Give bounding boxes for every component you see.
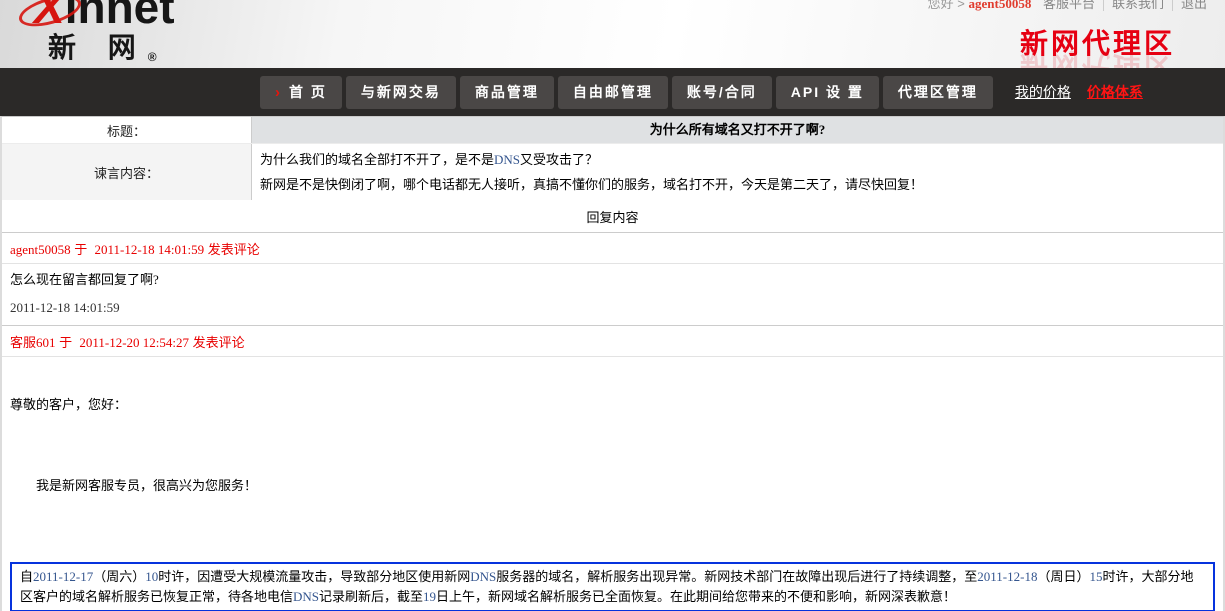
message-label: 谏言内容：	[2, 144, 252, 200]
message-thread: 标题： 为什么所有域名又打不开了啊? 谏言内容： 为什么我们的域名全部打不开了，…	[0, 116, 1225, 611]
dns-incident-notice: 自2011-12-17（周六）10时许，因遭受大规模流量攻击，导致部分地区使用新…	[10, 562, 1215, 611]
logo-chinese-name: 新 网®	[48, 34, 175, 63]
comment: agent50058 于 2011-12-18 14:01:59 发表评论 怎么…	[2, 232, 1223, 325]
logo-wordmark: Xinnet	[34, 0, 175, 30]
nav-account-contract[interactable]: 账号/合同	[672, 76, 772, 109]
message-row: 谏言内容： 为什么我们的域名全部打不开了，是不是DNS又受攻击了？ 新网是不是快…	[2, 144, 1223, 200]
top-banner: Xinnet 新 网® 您好 > agent50058 客服平台联系我们退出 新…	[0, 0, 1225, 68]
service-platform-link[interactable]: 客服平台	[1035, 0, 1103, 11]
logged-in-username: agent50058	[968, 0, 1031, 11]
nav-product-management[interactable]: 商品管理	[460, 76, 554, 109]
greeting-text: 您好 >	[928, 0, 965, 11]
contact-us-link[interactable]: 联系我们	[1103, 0, 1172, 11]
registered-mark: ®	[148, 50, 157, 64]
comment: 客服601 于 2011-12-20 12:54:27 发表评论 尊敬的客户，您…	[2, 325, 1223, 611]
thread-title: 为什么所有域名又打不开了啊?	[252, 117, 1223, 143]
comment-timestamp: 2011-12-18 14:01:59	[2, 295, 1223, 325]
comment-body: 尊敬的客户，您好： 我是新网客服专员，很高兴为您服务！ 自2011-12-17（…	[2, 357, 1223, 611]
message-line: 新网是不是快倒闭了啊，哪个电话都无人接听，真搞不懂你们的服务，域名打不开，今天是…	[260, 172, 1215, 197]
portal-title-block: 新网代理区 新网代理区	[1020, 30, 1175, 68]
message-line: 为什么我们的域名全部打不开了，是不是DNS又受攻击了？	[260, 147, 1215, 172]
title-row: 标题： 为什么所有域名又打不开了啊?	[2, 117, 1223, 144]
user-session-bar: 您好 > agent50058 客服平台联系我们退出	[928, 0, 1215, 12]
xinnet-logo[interactable]: Xinnet 新 网®	[34, 0, 175, 63]
price-links: 我的价格 价格体系	[1015, 82, 1143, 102]
active-arrow-icon: ›	[275, 84, 282, 101]
reply-section-title: 回复内容	[2, 200, 1223, 232]
reply-greeting: 尊敬的客户，您好：	[10, 396, 1215, 413]
nav-api-settings[interactable]: API 设 置	[776, 76, 879, 109]
nav-freemail-management[interactable]: 自由邮管理	[558, 76, 668, 109]
my-price-link[interactable]: 我的价格	[1015, 82, 1071, 102]
nav-trade-with-xinnet[interactable]: 与新网交易	[346, 76, 456, 109]
logo-x-swoosh-icon: X	[34, 0, 65, 30]
comment-body: 怎么现在留言都回复了啊?	[2, 264, 1223, 295]
logout-link[interactable]: 退出	[1172, 0, 1215, 11]
main-nav: ›首 页 与新网交易 商品管理 自由邮管理 账号/合同 API 设 置 代理区管…	[0, 68, 1225, 116]
message-content: 为什么我们的域名全部打不开了，是不是DNS又受攻击了？ 新网是不是快倒闭了啊，哪…	[252, 144, 1223, 200]
reply-intro: 我是新网客服专员，很高兴为您服务！	[10, 477, 1215, 494]
nav-home[interactable]: ›首 页	[260, 76, 342, 109]
price-system-link[interactable]: 价格体系	[1087, 82, 1143, 102]
agent-zone-title-reflection: 新网代理区	[1020, 49, 1175, 68]
nav-agent-zone-management[interactable]: 代理区管理	[883, 76, 993, 109]
comment-author-line: 客服601 于 2011-12-20 12:54:27 发表评论	[2, 325, 1223, 357]
title-label: 标题：	[2, 117, 252, 143]
comment-author-line: agent50058 于 2011-12-18 14:01:59 发表评论	[2, 232, 1223, 264]
